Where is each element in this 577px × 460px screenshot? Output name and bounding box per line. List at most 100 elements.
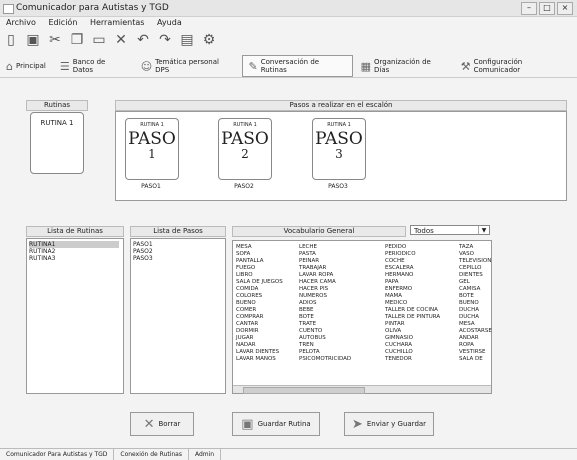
vocab-item[interactable]: BUENO [236, 300, 283, 307]
vocab-item[interactable]: LAVAR MANOS [236, 356, 283, 363]
vocab-item[interactable]: COCHE [385, 258, 440, 265]
vocab-item[interactable]: CUCHARA [385, 342, 440, 349]
vocab-item[interactable]: CUENTO [299, 328, 351, 335]
vocab-item[interactable]: BOTE [459, 293, 492, 300]
tab-organizacion[interactable]: ▦ Organización de Días [355, 56, 453, 76]
vocab-item[interactable]: MEDICO [385, 300, 440, 307]
paste-icon[interactable]: ▭ [92, 32, 106, 48]
menu-archivo[interactable]: Archivo [6, 18, 36, 27]
borrar-button[interactable]: ✕ Borrar [130, 412, 194, 436]
menu-ayuda[interactable]: Ayuda [157, 18, 182, 27]
menu-edicion[interactable]: Edición [48, 18, 77, 27]
vocab-item[interactable]: COLORES [236, 293, 283, 300]
chevron-down-icon[interactable]: ▼ [478, 226, 489, 234]
vocab-item[interactable]: CUCHILLO [385, 349, 440, 356]
vocab-item[interactable]: BUENO [459, 300, 492, 307]
scrollbar-thumb[interactable] [243, 387, 365, 394]
vocab-item[interactable]: LAVAR DIENTES [236, 349, 283, 356]
vocab-item[interactable]: FUEGO [236, 265, 283, 272]
vocab-item[interactable]: VESTIRSE [459, 349, 492, 356]
vocab-item[interactable]: TRABAJAR [299, 265, 351, 272]
undo-icon[interactable]: ↶ [136, 32, 150, 48]
vocab-item[interactable]: LIBRO [236, 272, 283, 279]
vocab-item[interactable]: HACER PIS [299, 286, 351, 293]
step-card-1[interactable]: RUTINA 1 PASO 1 [125, 118, 179, 180]
print-icon[interactable]: ▤ [180, 32, 194, 48]
enviar-guardar-button[interactable]: ➤ Enviar y Guardar [344, 412, 434, 436]
vocab-item[interactable]: HACER CAMA [299, 279, 351, 286]
vocab-item[interactable]: SOFA [236, 251, 283, 258]
vocab-item[interactable]: SALA DE JUEGOS [236, 279, 283, 286]
list-item[interactable]: PASO2 [133, 248, 223, 255]
vocab-item[interactable]: PERIODICO [385, 251, 440, 258]
copy-icon[interactable]: ❐ [70, 32, 84, 48]
vocab-item[interactable]: JUGAR [236, 335, 283, 342]
vocab-item[interactable]: PELOTA [299, 349, 351, 356]
vocab-item[interactable]: MAMA [385, 293, 440, 300]
vocab-item[interactable]: TREN [299, 342, 351, 349]
cut-icon[interactable]: ✂ [48, 32, 62, 48]
vocab-item[interactable]: ADIOS [299, 300, 351, 307]
vocab-item[interactable]: TRATE [299, 321, 351, 328]
menu-herramientas[interactable]: Herramientas [90, 18, 145, 27]
vocab-item[interactable]: DIENTES [459, 272, 492, 279]
vocab-item[interactable]: ROPA [459, 342, 492, 349]
vocab-item[interactable]: SALA DE [459, 356, 492, 363]
list-item[interactable]: RUTINA1 [29, 241, 119, 248]
vocab-item[interactable]: PEDIDO [385, 244, 440, 251]
vocab-item[interactable]: LAVAR ROPA [299, 272, 351, 279]
tab-banco-datos[interactable]: ☰ Banco de Datos [54, 56, 133, 76]
vocab-item[interactable]: PINTAR [385, 321, 440, 328]
vocab-item[interactable]: NADAR [236, 342, 283, 349]
list-item[interactable]: RUTINA3 [29, 255, 119, 262]
vocabulario-list[interactable]: MESA SOFA PANTALLA FUEGO LIBRO SALA DE JUEGOS… [232, 240, 492, 394]
vocab-item[interactable]: HERMANO [385, 272, 440, 279]
vocab-item[interactable]: TENEDOR [385, 356, 440, 363]
list-item[interactable]: PASO3 [133, 255, 223, 262]
vocab-item[interactable]: BOTE [299, 314, 351, 321]
vocab-item[interactable]: AUTOBUS [299, 335, 351, 342]
vocab-item[interactable]: LECHE [299, 244, 351, 251]
vocab-item[interactable]: COMIDA [236, 286, 283, 293]
tab-conversacion[interactable]: ✎ Conversación de Rutinas [241, 55, 353, 77]
delete-icon[interactable]: ✕ [114, 32, 128, 48]
vocab-item[interactable]: MESA [459, 321, 492, 328]
vocab-item[interactable]: ANDAR [459, 335, 492, 342]
vocab-item[interactable]: TALLER DE PINTURA [385, 314, 440, 321]
vocab-item[interactable]: MESA [236, 244, 283, 251]
vocab-item[interactable]: ENFERMO [385, 286, 440, 293]
horizontal-scrollbar[interactable] [233, 385, 491, 394]
list-item[interactable]: PASO1 [133, 241, 223, 248]
tab-tematica[interactable]: ☺ Temática personal DPS [135, 56, 240, 76]
vocab-item[interactable]: BEBE [299, 307, 351, 314]
tab-configuracion[interactable]: ⚒ Configuración Comunicador [455, 56, 575, 76]
vocab-item[interactable]: PANTALLA [236, 258, 283, 265]
step-card-2[interactable]: RUTINA 1 PASO 2 [218, 118, 272, 180]
maximize-icon[interactable]: □ [539, 2, 555, 15]
save-icon[interactable]: ▣ [26, 32, 40, 48]
list-item[interactable]: RUTINA2 [29, 248, 119, 255]
vocab-item[interactable]: CANTAR [236, 321, 283, 328]
vocab-item[interactable]: TAZA [459, 244, 492, 251]
vocab-item[interactable]: GIMNASIO [385, 335, 440, 342]
vocab-item[interactable]: PEINAR [299, 258, 351, 265]
vocab-item[interactable]: DUCHA [459, 307, 492, 314]
vocab-item[interactable]: OLIVA [385, 328, 440, 335]
tab-principal[interactable]: ⌂ Principal [0, 56, 52, 76]
vocab-item[interactable]: PSICOMOTRICIDAD [299, 356, 351, 363]
vocab-item[interactable]: CAMISA [459, 286, 492, 293]
vocab-item[interactable]: CEPILLO [459, 265, 492, 272]
minimize-icon[interactable]: – [521, 2, 537, 15]
close-icon[interactable]: × [557, 2, 573, 15]
vocab-item[interactable]: VASO [459, 251, 492, 258]
new-icon[interactable]: ▯ [4, 32, 18, 48]
vocab-item[interactable]: PASTA [299, 251, 351, 258]
vocab-item[interactable]: PAPA [385, 279, 440, 286]
vocab-item[interactable]: COMER [236, 307, 283, 314]
redo-icon[interactable]: ↷ [158, 32, 172, 48]
vocab-item[interactable]: ESCALERA [385, 265, 440, 272]
vocab-item[interactable]: ACOSTARSE [459, 328, 492, 335]
settings-icon[interactable]: ⚙ [202, 32, 216, 48]
vocab-item[interactable]: GEL [459, 279, 492, 286]
vocab-item[interactable]: COMPRAR [236, 314, 283, 321]
